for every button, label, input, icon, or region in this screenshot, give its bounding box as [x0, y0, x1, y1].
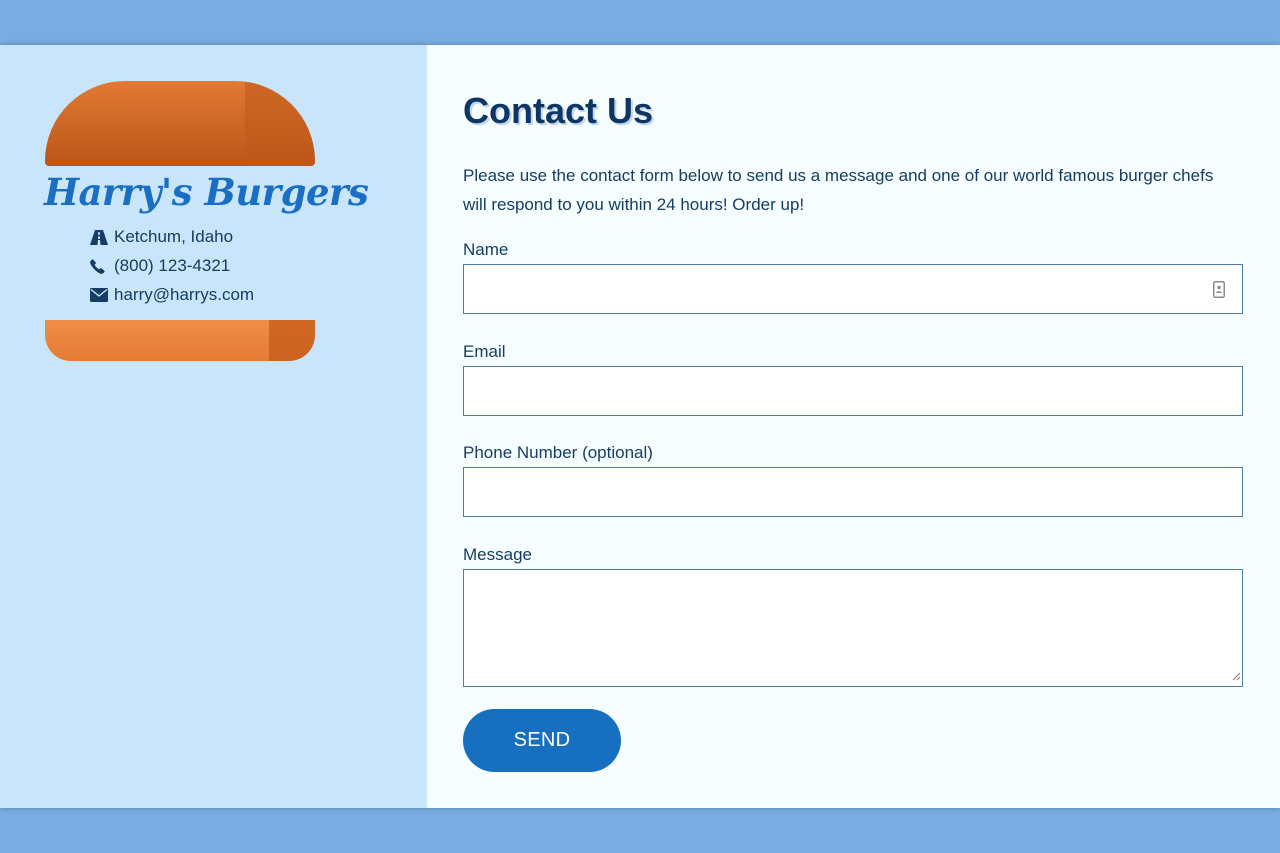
message-label: Message: [463, 545, 532, 564]
main-content: [427, 45, 1280, 808]
send-button[interactable]: SEND: [463, 709, 621, 772]
phone-info[interactable]: (800) 123-4321: [90, 256, 230, 276]
envelope-icon: [90, 288, 110, 302]
brand-logo: Harry's Burgers: [44, 170, 369, 214]
email-text[interactable]: harry@harrys.com: [114, 285, 254, 305]
location-text: Ketchum, Idaho: [114, 227, 234, 246]
phone-input[interactable]: [463, 467, 1243, 517]
burger-bun-bottom: [45, 320, 315, 361]
location-info: Ketchum, Idaho: [90, 227, 233, 247]
phone-text[interactable]: (800) 123-4321: [114, 256, 230, 276]
road-icon: [90, 229, 110, 245]
message-textarea[interactable]: [463, 569, 1243, 687]
phone-icon: [90, 258, 110, 274]
email-input[interactable]: [463, 366, 1243, 416]
resize-grip-icon[interactable]: [1232, 666, 1241, 685]
email-info[interactable]: harry@harrys.com: [90, 285, 254, 305]
contact-card-icon[interactable]: [1213, 281, 1225, 302]
name-input[interactable]: [463, 264, 1243, 314]
intro-text: Please use the contact form below to sen…: [463, 166, 1214, 214]
page-title: Contact Us: [463, 90, 654, 131]
email-label: Email: [463, 342, 506, 361]
phone-label: Phone Number (optional): [463, 443, 653, 462]
name-label: Name: [463, 240, 509, 259]
burger-bun-top: [45, 81, 315, 166]
